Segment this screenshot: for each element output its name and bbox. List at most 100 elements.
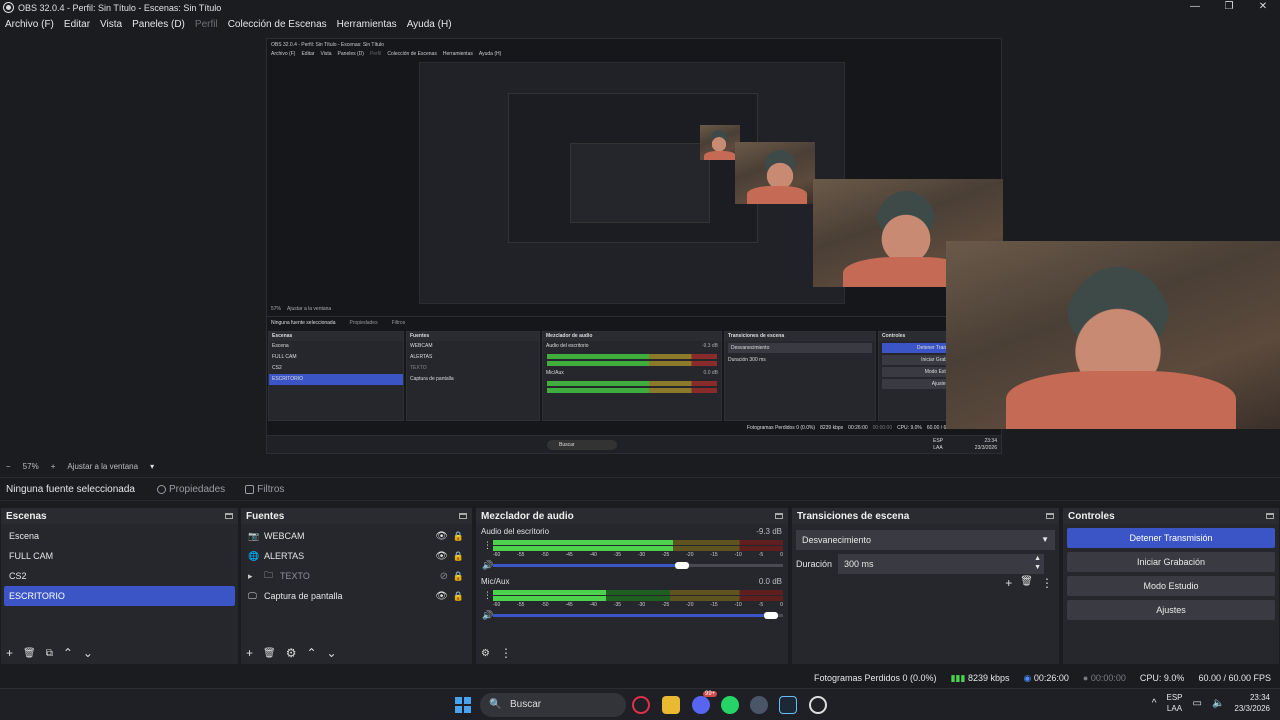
app-icon[interactable] [750,696,768,714]
tick-label: 0 [780,602,783,608]
menu-coleccion-escenas[interactable]: Colección de Escenas [228,19,327,30]
menu-vista[interactable]: Vista [100,19,122,30]
stream-time: ◉ 00:26:00 [1023,673,1068,684]
add-transition-button[interactable]: + [1005,576,1012,590]
whatsapp-icon[interactable] [721,696,739,714]
zoom-in-button[interactable]: + [51,462,56,471]
scene-item-cs2[interactable]: CS2 [4,566,235,586]
remove-source-button[interactable]: 🗑 [263,648,276,659]
transition-menu-button[interactable]: ⋮ [1041,576,1053,590]
transition-selected: Desvanecimiento [802,535,872,545]
nested-source-row: ALERTAS [410,354,433,360]
source-item-alertas[interactable]: 🌐 ALERTAS 👁 🔒 [241,546,472,566]
clock[interactable]: 23:34 23/3/2026 [1234,692,1270,714]
tray-overflow-icon[interactable]: ^ [1152,698,1157,709]
mixer-menu-button[interactable]: ⋮ [500,646,512,660]
speaker-icon[interactable]: 🔊 [482,610,493,621]
start-recording-button[interactable]: Iniciar Grabación [1067,552,1275,572]
scene-item-full-cam[interactable]: FULL CAM [4,546,235,566]
zoom-out-button[interactable]: − [6,462,11,471]
add-source-button[interactable]: + [246,646,253,660]
channel-menu-icon[interactable]: ⋮ [483,590,492,601]
source-item-captura-pantalla[interactable]: 🖵 Captura de pantalla 👁 🔒 [241,586,472,606]
slider-knob[interactable] [674,562,689,569]
nested-menu-item: Herramientas [442,51,473,57]
undock-icon[interactable] [1266,513,1274,519]
nested-scene-row: ESCRITORIO [269,374,403,385]
studio-mode-button[interactable]: Modo Estudio [1067,576,1275,596]
nested-mixer-title: Mezclador de audio [543,332,721,341]
stop-streaming-button[interactable]: Detener Transmisión [1067,528,1275,548]
system-tray: ^ ESP LAA ▭ 🔈 23:34 23/3/2026 [1152,692,1270,714]
undock-icon[interactable] [775,513,783,519]
menu-editar[interactable]: Editar [64,19,90,30]
nested-lang-bottom: LAA [933,445,943,451]
taskbar-search[interactable]: 🔍 Buscar [480,693,626,717]
source-item-webcam[interactable]: 📷 WEBCAM 👁 🔒 [241,526,472,546]
move-scene-down-button[interactable]: ⌄ [83,646,93,660]
channel-menu-icon[interactable]: ⋮ [483,540,492,551]
speaker-icon[interactable]: 🔊 [482,560,493,571]
undock-icon[interactable] [1046,513,1054,519]
tick-label: -25 [662,552,670,558]
sources-header: Fuentes [241,508,472,524]
remove-scene-button[interactable]: 🗑 [23,648,36,659]
remove-transition-button[interactable]: 🗑 [1020,576,1033,590]
eye-hidden-icon[interactable]: ⊘ [440,571,448,582]
maximize-button[interactable]: ❐ [1212,0,1246,15]
add-scene-button[interactable]: + [6,646,13,660]
move-scene-up-button[interactable]: ⌃ [63,646,73,660]
title-bar: OBS 32.0.4 - Perfil: Sin Título - Escena… [0,0,1280,15]
windows-start-icon[interactable] [455,697,471,713]
menu-archivo[interactable]: Archivo (F) [5,19,54,30]
menu-herramientas[interactable]: Herramientas [337,19,397,30]
eye-icon[interactable]: 👁 [435,551,448,562]
discord-icon[interactable] [692,696,710,714]
language-indicator[interactable]: ESP LAA [1166,692,1182,714]
stream-icon: ◉ [1023,672,1032,683]
advanced-audio-button[interactable]: ⚙ [481,648,490,659]
lock-icon[interactable]: 🔒 [453,531,464,542]
expand-arrow-icon[interactable]: ▸ [248,571,260,582]
eye-icon[interactable]: 👁 [435,591,448,602]
scenes-list: Escena FULL CAM CS2 ESCRITORIO [1,524,238,606]
duration-spinner[interactable]: ▲ ▼ [1034,554,1041,572]
source-item-texto[interactable]: ▸ 🗀 TEXTO ⊘ 🔒 [241,566,472,586]
slider-knob[interactable] [764,612,779,619]
source-properties-button[interactable]: ⚙ [286,646,297,660]
volume-slider[interactable] [493,612,783,619]
lock-icon[interactable]: 🔒 [453,551,464,562]
tick-label: -25 [662,602,670,608]
obs-taskbar-icon[interactable] [809,696,827,714]
fit-to-window-label[interactable]: Ajustar a la ventana [67,462,138,471]
settings-button[interactable]: Ajustes [1067,600,1275,620]
eye-icon[interactable]: 👁 [435,531,448,542]
minimize-button[interactable]: — [1178,0,1212,15]
scene-filters-button[interactable]: ⧉ [46,648,53,659]
lock-icon[interactable]: 🔒 [453,571,464,582]
close-button[interactable]: ✕ [1246,0,1280,15]
undock-icon[interactable] [459,513,467,519]
filters-button[interactable]: Filtros [240,481,289,498]
duration-field[interactable]: 300 ms ▲ ▼ [838,554,1045,574]
transition-select[interactable]: Desvanecimiento ▼ [796,530,1055,550]
nested-mixer-channel-name: Audio del escritorio [546,343,589,349]
scene-item-escena[interactable]: Escena [4,526,235,546]
file-explorer-icon[interactable] [662,696,680,714]
move-source-up-button[interactable]: ⌃ [306,646,316,660]
properties-button[interactable]: Propiedades [152,481,230,498]
network-icon[interactable]: ▭ [1193,698,1202,709]
lock-icon[interactable]: 🔒 [453,591,464,602]
volume-icon[interactable]: 🔈 [1212,698,1224,709]
volume-slider[interactable] [493,562,783,569]
opera-icon[interactable] [632,696,650,714]
menu-paneles[interactable]: Paneles (D) [132,19,185,30]
scene-item-escritorio[interactable]: ESCRITORIO [4,586,235,606]
steam-icon[interactable] [779,696,797,714]
undock-icon[interactable] [225,513,233,519]
zoom-dropdown-caret[interactable]: ▾ [150,462,154,471]
tick-label: 0 [780,552,783,558]
fps-display: 60.00 / 60.00 FPS [1198,673,1271,683]
menu-ayuda[interactable]: Ayuda (H) [407,19,452,30]
move-source-down-button[interactable]: ⌄ [327,646,337,660]
